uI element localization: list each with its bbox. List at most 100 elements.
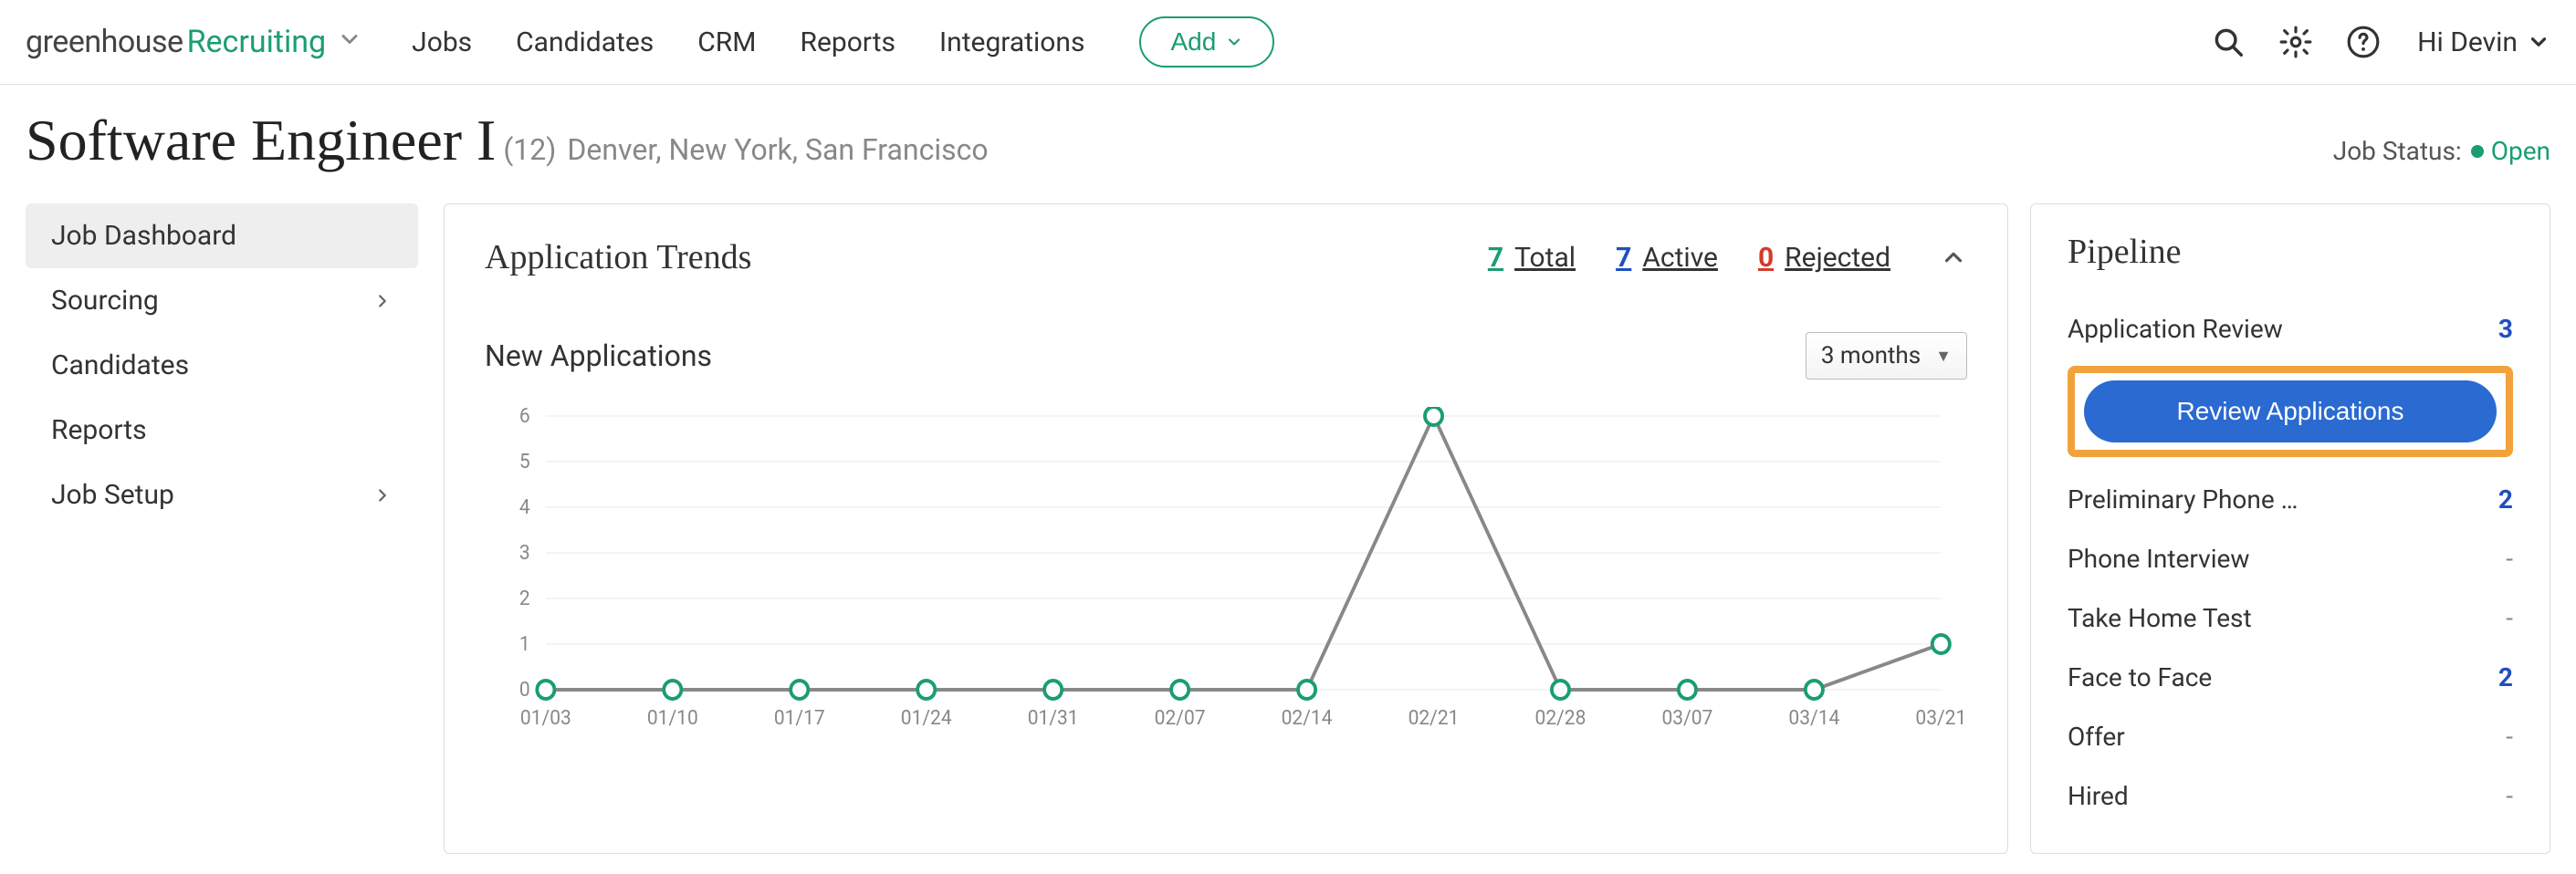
pipeline-stage-count: - [2506, 781, 2513, 811]
pipeline-stage-offer[interactable]: Offer - [2068, 707, 2513, 766]
pipeline-stage-count: - [2506, 603, 2513, 633]
svg-text:1: 1 [519, 633, 530, 657]
job-header: Software Engineer I (12) Denver, New Yor… [0, 85, 2576, 192]
pipeline-stage-count[interactable]: 3 [2498, 314, 2513, 344]
pipeline-stage-count[interactable]: 2 [2498, 484, 2513, 515]
svg-text:02/07: 02/07 [1155, 707, 1206, 731]
top-nav: greenhouse Recruiting Jobs Candidates CR… [0, 0, 2576, 85]
trends-header: Application Trends 7 Total 7 Active 0 Re… [485, 237, 1967, 277]
nav-links: Jobs Candidates CRM Reports Integrations [412, 26, 1084, 58]
pipeline-stage-face-to-face[interactable]: Face to Face 2 [2068, 648, 2513, 707]
pipeline-stage-take-home-test[interactable]: Take Home Test - [2068, 588, 2513, 648]
nav-link-crm[interactable]: CRM [697, 26, 756, 58]
pipeline-stage-label: Offer [2068, 722, 2125, 752]
svg-text:01/17: 01/17 [774, 707, 825, 731]
pipeline-stage-label: Phone Interview [2068, 544, 2249, 574]
svg-text:03/14: 03/14 [1788, 707, 1839, 731]
add-button-label: Add [1170, 27, 1216, 57]
svg-text:2: 2 [519, 588, 530, 611]
stat-rejected[interactable]: 0 Rejected [1758, 242, 1890, 274]
sidebar-item-job-dashboard[interactable]: Job Dashboard [26, 203, 418, 268]
logo-greenhouse: greenhouse [26, 24, 183, 60]
sidebar: Job Dashboard Sourcing Candidates Report… [26, 203, 418, 854]
sidebar-item-reports[interactable]: Reports [26, 398, 418, 463]
sidebar-item-label: Job Dashboard [51, 220, 236, 252]
svg-text:4: 4 [519, 496, 530, 520]
search-icon[interactable] [2211, 25, 2246, 59]
job-status-label: Job Status: [2333, 136, 2462, 166]
svg-text:02/14: 02/14 [1282, 707, 1333, 731]
svg-text:6: 6 [519, 407, 530, 428]
svg-text:03/07: 03/07 [1661, 707, 1712, 731]
nav-link-candidates[interactable]: Candidates [516, 26, 654, 58]
chevron-right-icon [372, 485, 393, 505]
dropdown-triangle-icon: ▼ [1935, 347, 1952, 366]
logo[interactable]: greenhouse Recruiting [26, 24, 362, 60]
svg-text:01/31: 01/31 [1028, 707, 1079, 731]
svg-text:01/03: 01/03 [520, 707, 571, 731]
user-menu[interactable]: Hi Devin [2417, 26, 2550, 58]
trends-title: Application Trends [485, 237, 751, 277]
stat-active-num: 7 [1616, 242, 1631, 274]
application-trends-panel: Application Trends 7 Total 7 Active 0 Re… [444, 203, 2008, 854]
chevron-down-icon [2527, 30, 2550, 54]
status-dot-icon [2471, 145, 2484, 158]
pipeline-stage-preliminary-phone[interactable]: Preliminary Phone … 2 [2068, 470, 2513, 529]
job-count: (12) [503, 132, 556, 167]
timeframe-select[interactable]: 3 months ▼ [1806, 332, 1967, 380]
sidebar-item-label: Reports [51, 414, 147, 446]
pipeline-stage-count: - [2506, 722, 2513, 752]
new-applications-chart: 012345601/0301/1001/1701/2401/3102/0702/… [485, 407, 1967, 735]
review-applications-highlight: Review Applications [2068, 366, 2513, 457]
pipeline-stage-label: Preliminary Phone … [2068, 484, 2298, 515]
job-title: Software Engineer I [26, 107, 496, 174]
pipeline-panel: Pipeline Application Review 3 Review App… [2030, 203, 2550, 854]
timeframe-value: 3 months [1821, 342, 1921, 369]
pipeline-stage-hired[interactable]: Hired - [2068, 766, 2513, 826]
sidebar-item-label: Job Setup [51, 479, 174, 511]
pipeline-stage-phone-interview[interactable]: Phone Interview - [2068, 529, 2513, 588]
nav-link-integrations[interactable]: Integrations [939, 26, 1084, 58]
stat-total-label: Total [1514, 242, 1576, 274]
stat-total[interactable]: 7 Total [1488, 242, 1576, 274]
svg-text:01/24: 01/24 [901, 707, 952, 731]
stat-rejected-num: 0 [1758, 242, 1774, 274]
product-switcher-chevron-icon[interactable] [337, 26, 362, 52]
pipeline-stage-application-review[interactable]: Application Review 3 [2068, 299, 2513, 359]
content: Application Trends 7 Total 7 Active 0 Re… [444, 203, 2550, 854]
stat-total-num: 7 [1488, 242, 1503, 274]
sidebar-item-label: Candidates [51, 349, 189, 381]
new-applications-header: New Applications 3 months ▼ [485, 332, 1967, 380]
pipeline-title: Pipeline [2068, 232, 2513, 272]
pipeline-stage-label: Application Review [2068, 314, 2283, 344]
pipeline-stage-label: Face to Face [2068, 662, 2212, 692]
sidebar-item-sourcing[interactable]: Sourcing [26, 268, 418, 333]
sidebar-item-candidates[interactable]: Candidates [26, 333, 418, 398]
stat-rejected-label: Rejected [1785, 242, 1890, 274]
logo-recruiting: Recruiting [187, 24, 327, 60]
gear-icon[interactable] [2278, 25, 2313, 59]
nav-link-jobs[interactable]: Jobs [412, 26, 472, 58]
svg-text:02/28: 02/28 [1535, 707, 1586, 731]
pipeline-stage-count[interactable]: 2 [2498, 662, 2513, 692]
svg-text:01/10: 01/10 [647, 707, 698, 731]
job-locations: Denver, New York, San Francisco [567, 132, 988, 167]
help-icon[interactable] [2346, 25, 2381, 59]
nav-link-reports[interactable]: Reports [800, 26, 895, 58]
collapse-chevron-up-icon[interactable] [1940, 244, 1967, 271]
add-button[interactable]: Add [1139, 16, 1274, 68]
sidebar-item-label: Sourcing [51, 285, 159, 317]
stat-active-label: Active [1642, 242, 1718, 274]
review-applications-button[interactable]: Review Applications [2084, 380, 2497, 442]
job-status: Job Status: Open [2333, 136, 2550, 166]
user-greeting-text: Hi Devin [2417, 26, 2518, 58]
nav-icons [2211, 25, 2381, 59]
svg-text:02/21: 02/21 [1408, 707, 1460, 731]
pipeline-stage-label: Hired [2068, 781, 2129, 811]
stat-active[interactable]: 7 Active [1616, 242, 1718, 274]
sidebar-item-job-setup[interactable]: Job Setup [26, 463, 418, 527]
pipeline-stage-label: Take Home Test [2068, 603, 2252, 633]
svg-text:3: 3 [519, 542, 530, 566]
pipeline-stage-count: - [2506, 544, 2513, 574]
chevron-down-icon [1225, 33, 1243, 51]
